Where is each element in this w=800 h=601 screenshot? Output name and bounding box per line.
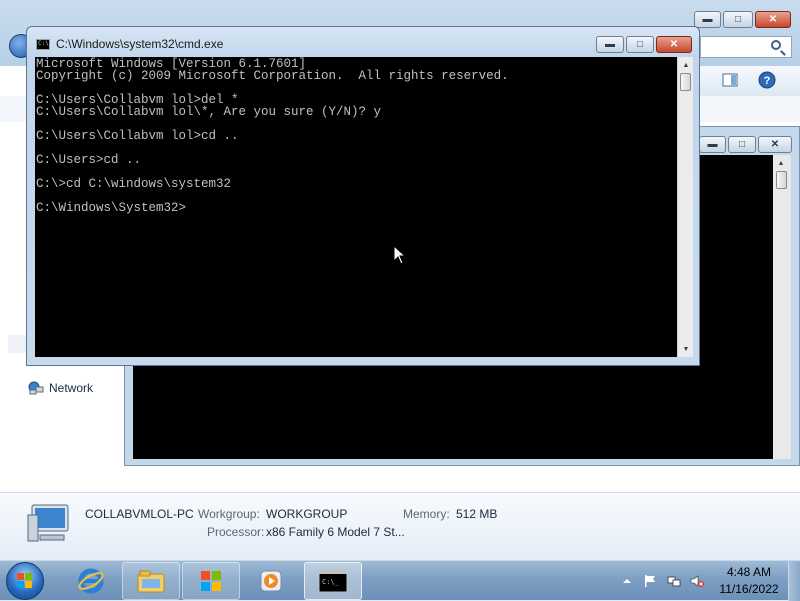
nav-item-label: Network <box>49 381 94 395</box>
console-line: Copyright (c) 2009 Microsoft Corporation… <box>36 69 509 83</box>
console-line: C:\Users\Collabvm lol>cd .. <box>36 129 239 143</box>
memory-label: Memory: <box>403 507 450 521</box>
taskbar-windows-explorer[interactable] <box>122 562 180 600</box>
details-pane: COLLABVMLOL-PC Workgroup: WORKGROUP Memo… <box>0 492 800 561</box>
window-title: C:\Windows\system32\cmd.exe <box>56 37 224 51</box>
volume-muted-icon[interactable] <box>690 574 704 588</box>
maximize-icon: □ <box>734 13 742 25</box>
taskbar-media-player[interactable] <box>242 562 300 600</box>
console-line: C:\>cd C:\windows\system32 <box>36 177 232 191</box>
media-player-icon <box>260 570 282 592</box>
computer-name: COLLABVMLOL-PC <box>85 507 194 521</box>
maximize-icon: □ <box>738 138 746 150</box>
internet-explorer-icon <box>78 568 104 594</box>
console2-close-button[interactable]: ✕ <box>758 136 792 153</box>
windows-explorer-icon <box>137 570 165 593</box>
console-line: C:\Windows\System32> <box>36 201 187 215</box>
network-icon <box>28 381 44 395</box>
command-prompt-icon: C:\_ <box>318 569 348 593</box>
clock-time: 4:48 AM <box>726 565 772 579</box>
workgroup-label: Workgroup: <box>198 507 260 521</box>
nav-item-network[interactable]: Network <box>28 381 93 395</box>
taskbar-command-prompt[interactable]: C:\_ <box>304 562 362 600</box>
windows-media-player-icon <box>201 571 221 591</box>
explorer-toolbar: ? <box>700 66 800 97</box>
memory-value: 512 MB <box>456 507 498 521</box>
minimize-icon: ▬ <box>702 13 713 25</box>
clock-date: 11/16/2022 <box>719 582 779 596</box>
show-hidden-icons[interactable] <box>620 574 634 588</box>
console-scrollbar[interactable]: ▲ ▼ <box>677 57 693 357</box>
command-prompt-icon[interactable] <box>36 39 50 50</box>
console-output-area[interactable]: Microsoft Windows [Version 6.1.7601] Cop… <box>35 57 677 357</box>
computer-icon <box>27 504 69 542</box>
console2-scrollbar[interactable]: ▲ <box>773 155 791 459</box>
svg-text:?: ? <box>764 75 771 87</box>
close-icon: ✕ <box>669 38 679 50</box>
scrollbar-thumb[interactable] <box>776 171 787 189</box>
minimize-button[interactable]: ▬ <box>596 36 624 53</box>
console-line: C:\Users\Collabvm lol\*, Are you sure (Y… <box>36 105 382 119</box>
start-button[interactable] <box>6 562 44 600</box>
console2-maximize-button[interactable]: □ <box>728 136 756 153</box>
scroll-up-arrow-icon[interactable]: ▲ <box>773 155 789 171</box>
processor-value: x86 Family 6 Model 7 St... <box>266 525 405 539</box>
console-line: C:\Users>cd .. <box>36 153 142 167</box>
svg-text:C:\_: C:\_ <box>322 578 340 586</box>
scroll-up-arrow-icon[interactable]: ▲ <box>678 57 694 73</box>
scrollbar-thumb[interactable] <box>680 73 691 91</box>
maximize-icon: □ <box>636 38 644 50</box>
console-output: Microsoft Windows [Version 6.1.7601] Cop… <box>35 58 509 215</box>
close-icon: ✕ <box>768 13 778 25</box>
taskbar-internet-explorer[interactable] <box>62 562 120 600</box>
minimize-icon: ▬ <box>707 138 718 150</box>
explorer-close-button[interactable]: ✕ <box>755 11 791 28</box>
network-icon[interactable] <box>667 574 681 588</box>
windows-logo-icon <box>17 573 32 588</box>
processor-label: Processor: <box>207 525 265 539</box>
help-icon[interactable]: ? <box>758 71 776 89</box>
search-icon <box>771 40 781 50</box>
maximize-button[interactable]: □ <box>626 36 654 53</box>
close-button[interactable]: ✕ <box>656 36 692 53</box>
explorer-minimize-button[interactable]: ▬ <box>694 11 721 28</box>
console-window[interactable]: C:\Windows\system32\cmd.exe ▬ □ ✕ Micros… <box>26 26 700 366</box>
clock[interactable]: 4:48 AM 11/16/2022 <box>719 565 779 596</box>
show-desktop-button[interactable] <box>788 561 800 601</box>
console2-minimize-button[interactable]: ▬ <box>699 136 726 153</box>
search-input[interactable] <box>700 36 792 58</box>
mouse-pointer-icon <box>393 245 407 265</box>
taskbar-windows-media-player[interactable] <box>182 562 240 600</box>
workgroup-value: WORKGROUP <box>266 507 348 521</box>
minimize-icon: ▬ <box>605 38 615 50</box>
explorer-maximize-button[interactable]: □ <box>723 11 753 28</box>
preview-pane-icon[interactable] <box>722 73 738 87</box>
action-center-flag-icon[interactable] <box>643 574 657 588</box>
close-icon: ✕ <box>770 138 780 150</box>
taskbar: C:\_ 4:48 AM 11/16/2022 <box>0 560 800 601</box>
scroll-down-arrow-icon[interactable]: ▼ <box>678 341 694 357</box>
